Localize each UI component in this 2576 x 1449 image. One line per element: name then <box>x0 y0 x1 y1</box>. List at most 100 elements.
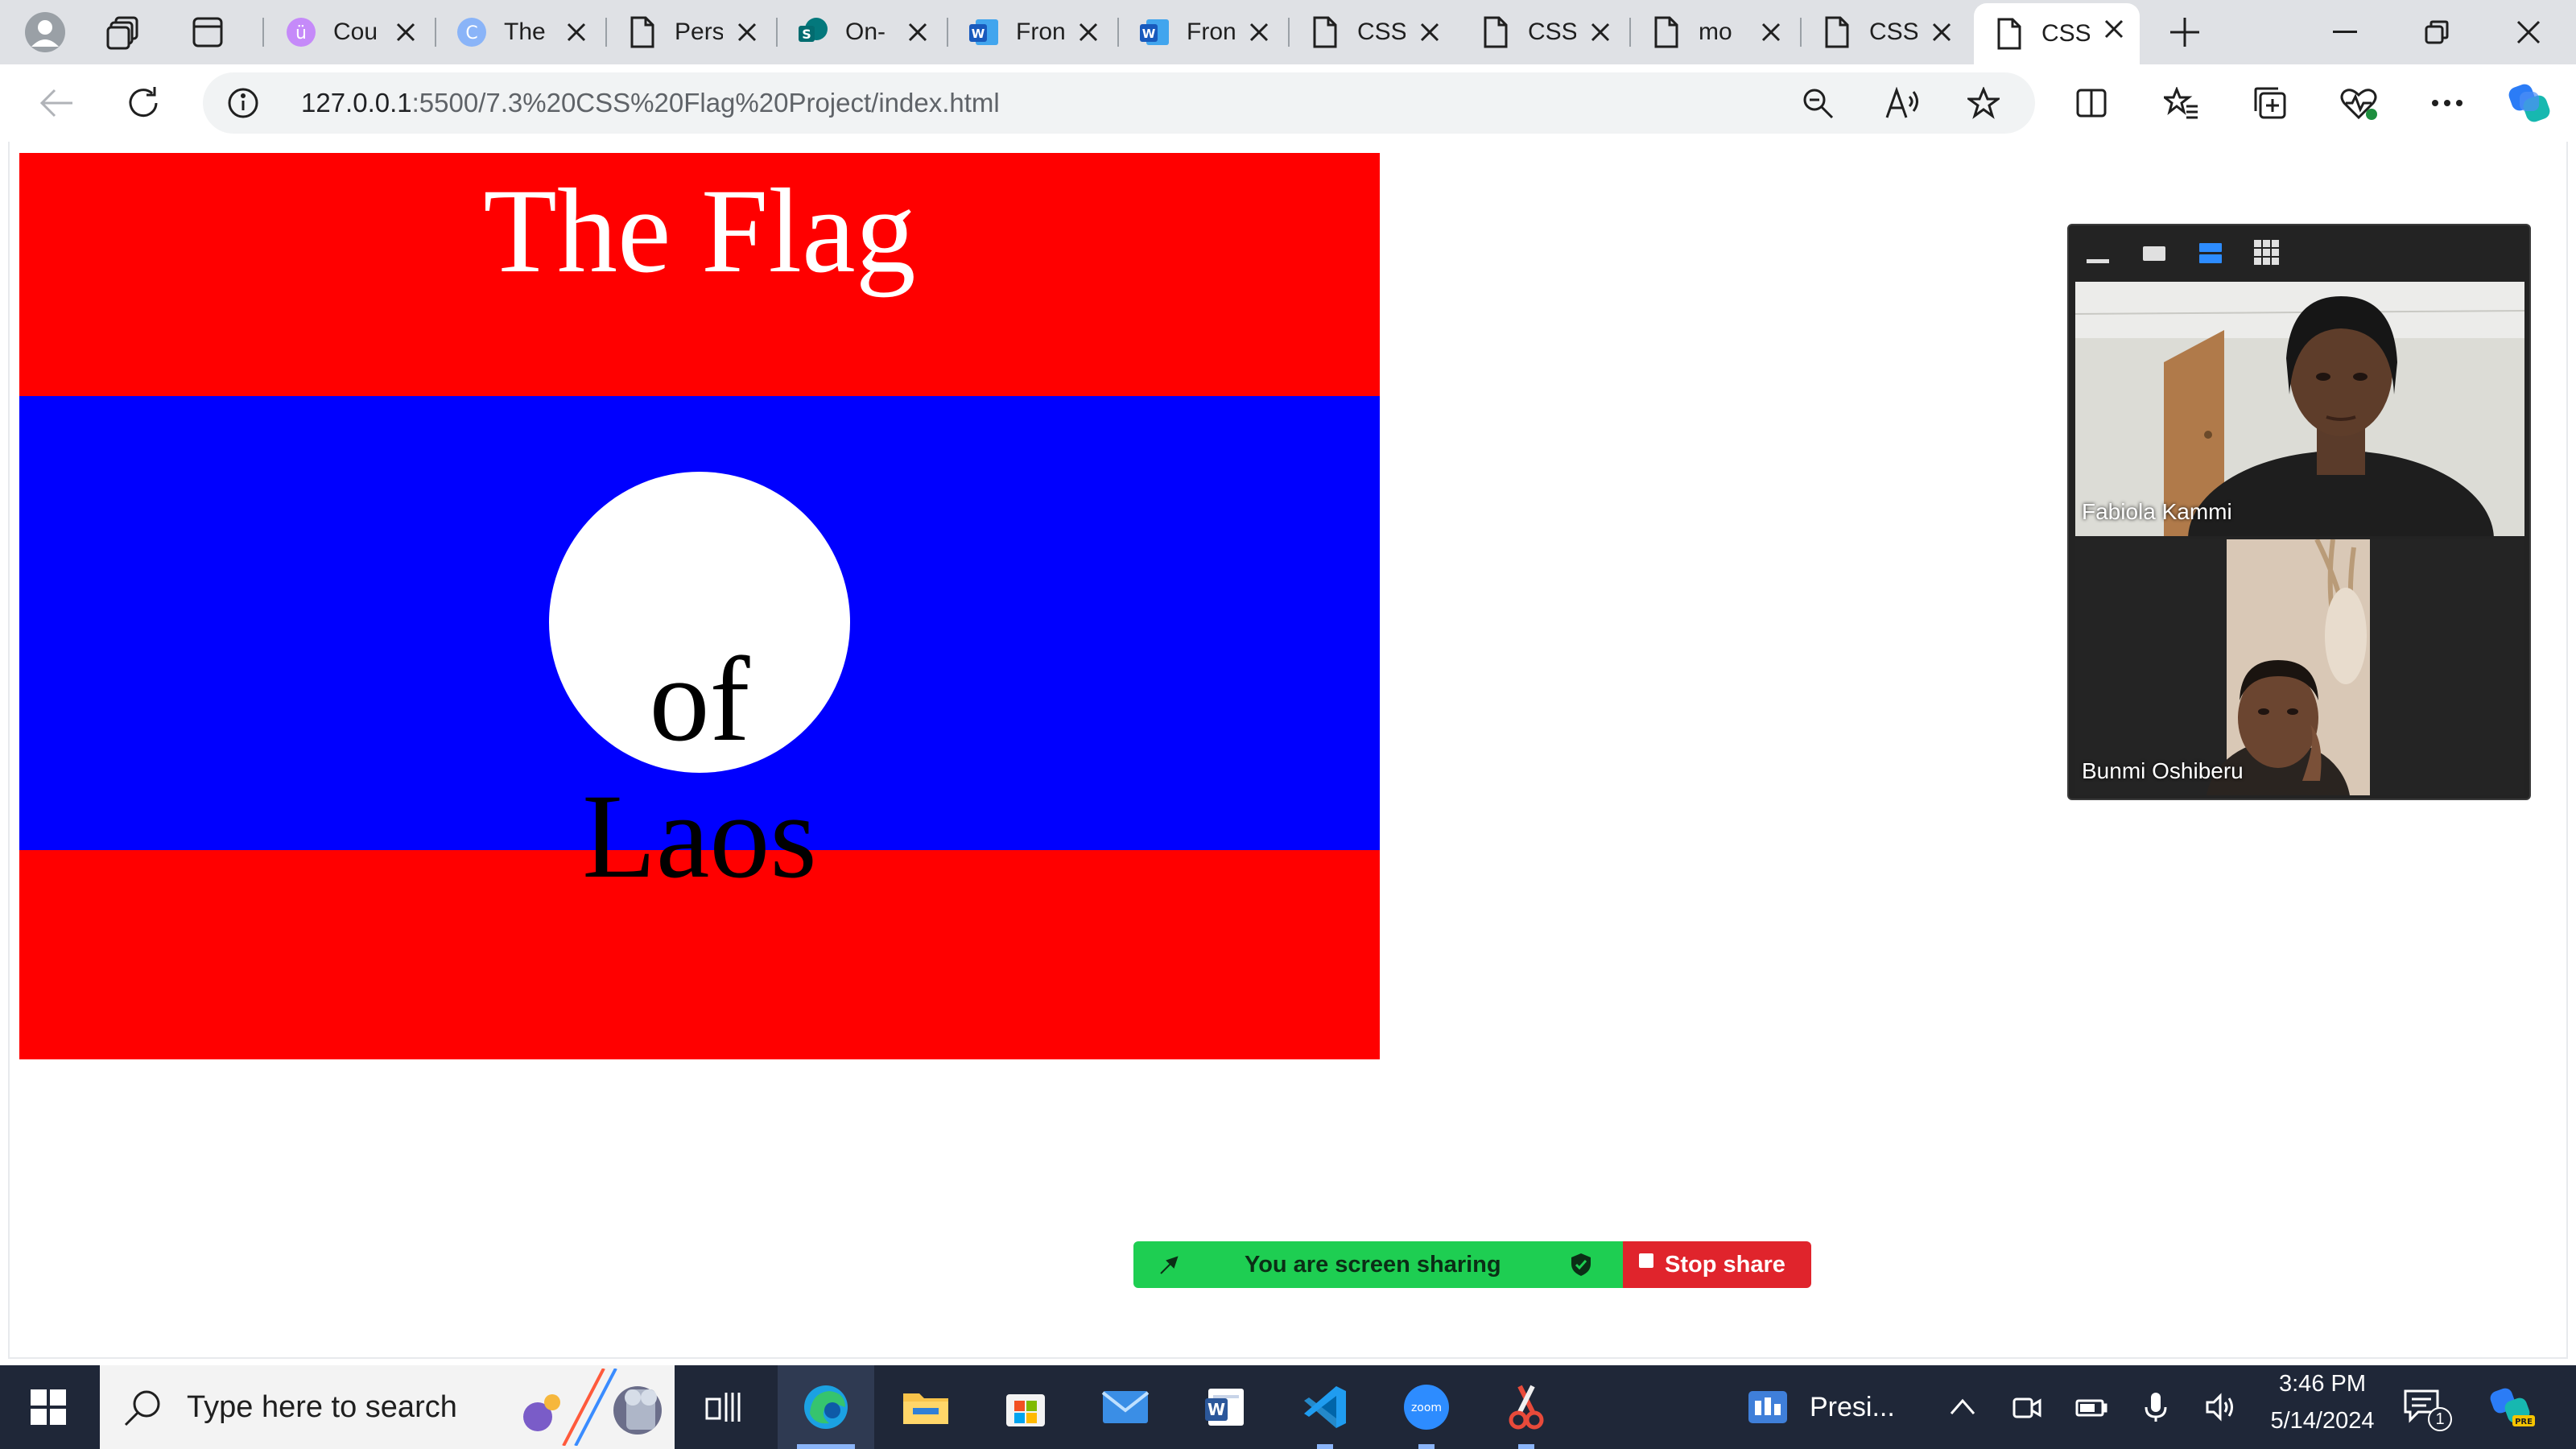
running-indicator <box>1418 1444 1435 1449</box>
stop-share-label: Stop share <box>1665 1252 1785 1278</box>
laos-flag: The Flag of Laos <box>19 153 1380 1059</box>
vertical-tabs-icon[interactable] <box>175 0 240 64</box>
stop-share-button[interactable]: Stop share <box>1623 1241 1811 1288</box>
profile-avatar-icon[interactable] <box>13 0 77 64</box>
close-icon[interactable] <box>1074 18 1103 47</box>
tab-2[interactable]: C The <box>436 6 602 58</box>
tab-1[interactable]: ü Cou <box>266 6 431 58</box>
copilot-icon[interactable] <box>2497 71 2562 135</box>
close-icon[interactable] <box>391 18 420 47</box>
tab-11-active[interactable]: CSS <box>1974 3 2140 64</box>
tab-title: CSS <box>2041 20 2090 47</box>
tab-3[interactable]: Pers <box>607 6 773 58</box>
back-arrow-icon[interactable] <box>24 71 89 135</box>
address-bar[interactable]: 127.0.0.1:5500/7.3%20CSS%20Flag%20Projec… <box>203 72 2035 134</box>
participant-video-1[interactable]: Fabiola Kammi <box>2075 282 2524 536</box>
edge-taskbar-icon[interactable] <box>778 1365 874 1449</box>
browser-toolbar: 127.0.0.1:5500/7.3%20CSS%20Flag%20Projec… <box>0 64 2576 142</box>
tab-title: CSS <box>1528 19 1576 45</box>
participant-name-2: Bunmi Oshiberu <box>2082 758 2244 783</box>
microphone-icon[interactable] <box>2140 1391 2172 1423</box>
screen-share-status[interactable]: You are screen sharing <box>1133 1241 1623 1288</box>
copilot-taskbar-icon[interactable]: PRE <box>2468 1365 2557 1449</box>
active-speaker-icon[interactable] <box>2138 237 2170 269</box>
word-taskbar-icon[interactable]: W <box>1177 1365 1274 1449</box>
zoom-taskbar-icon[interactable]: zoom <box>1378 1365 1475 1449</box>
tab-6[interactable]: W Fron <box>1119 6 1285 58</box>
mail-icon[interactable] <box>1077 1365 1174 1449</box>
running-indicator <box>1317 1444 1333 1449</box>
close-icon[interactable] <box>903 18 932 47</box>
stacked-view-icon[interactable] <box>2194 237 2227 269</box>
chevron-up-icon[interactable] <box>1946 1391 1979 1423</box>
tab-title: Cou <box>333 19 378 45</box>
tab-9[interactable]: mo <box>1631 6 1797 58</box>
tab-title: The <box>504 19 546 45</box>
close-icon[interactable] <box>562 18 591 47</box>
task-view-icon[interactable] <box>675 1365 771 1449</box>
favorite-star-icon[interactable] <box>1965 86 2002 119</box>
restore-icon[interactable] <box>2392 0 2481 64</box>
circle-text-line1: of <box>649 633 750 766</box>
svg-text:ü: ü <box>295 23 307 43</box>
workspaces-icon[interactable] <box>92 0 156 64</box>
presentation-app-icon[interactable] <box>1719 1365 1816 1449</box>
split-screen-icon[interactable] <box>2059 71 2124 135</box>
windows-start-icon[interactable] <box>0 1365 97 1449</box>
zoom-out-icon[interactable] <box>1802 87 1834 119</box>
presentation-app-label[interactable]: Presi... <box>1810 1365 1895 1449</box>
url-text[interactable]: 127.0.0.1:5500/7.3%20CSS%20Flag%20Projec… <box>301 72 1000 134</box>
close-window-icon[interactable] <box>2484 0 2573 64</box>
svg-text:S: S <box>802 27 811 42</box>
word-icon: W <box>1138 16 1170 48</box>
refresh-icon[interactable] <box>111 71 175 135</box>
participant-name-1: Fabiola Kammi <box>2082 499 2232 524</box>
taskbar-search-box[interactable]: Type here to search <box>100 1365 675 1449</box>
more-options-icon[interactable] <box>2415 71 2479 135</box>
meet-now-icon[interactable] <box>2011 1391 2043 1423</box>
screen-share-text: You are screen sharing <box>1245 1252 1501 1278</box>
close-icon[interactable] <box>1927 18 1956 47</box>
minimize-icon[interactable] <box>2301 0 2389 64</box>
snipping-tool-icon[interactable] <box>1478 1365 1575 1449</box>
svg-text:PRE: PRE <box>2515 1418 2533 1426</box>
active-indicator <box>797 1444 855 1449</box>
close-icon[interactable] <box>1757 18 1785 47</box>
zoom-video-panel[interactable]: Fabiola Kammi Bunmi Oshiberu <box>2067 224 2531 800</box>
browser-essentials-icon[interactable] <box>2326 71 2391 135</box>
sharepoint-icon: S <box>797 16 829 48</box>
page-icon <box>1821 16 1853 48</box>
flag-heading: The Flag <box>483 164 916 298</box>
read-aloud-icon[interactable] <box>1885 86 1918 119</box>
tab-8[interactable]: CSS <box>1460 6 1626 58</box>
tab-4[interactable]: S On- <box>778 6 943 58</box>
participant-video-2[interactable]: Bunmi Oshiberu <box>2075 539 2524 795</box>
new-tab-plus-icon[interactable] <box>2153 0 2217 64</box>
hide-video-icon[interactable] <box>2082 237 2114 269</box>
favorites-icon[interactable] <box>2149 71 2214 135</box>
collections-icon[interactable] <box>2238 71 2302 135</box>
running-indicator <box>1518 1444 1534 1449</box>
close-icon[interactable] <box>1245 18 1274 47</box>
tab-7[interactable]: CSS <box>1290 6 1455 58</box>
system-clock[interactable]: 3:46 PM 5/14/2024 <box>2246 1365 2399 1449</box>
close-icon[interactable] <box>1586 18 1615 47</box>
close-icon[interactable] <box>733 18 762 47</box>
volume-icon[interactable] <box>2204 1391 2236 1423</box>
vscode-icon[interactable] <box>1277 1365 1373 1449</box>
clock-date: 5/14/2024 <box>2270 1408 2375 1434</box>
notifications-icon[interactable]: 1 <box>2383 1365 2463 1449</box>
info-icon[interactable] <box>227 87 259 119</box>
page-icon <box>626 16 658 48</box>
page-icon <box>1650 16 1682 48</box>
gallery-view-icon[interactable] <box>2251 237 2283 269</box>
tab-10[interactable]: CSS <box>1802 6 1967 58</box>
close-icon[interactable] <box>2099 14 2128 43</box>
close-icon[interactable] <box>1415 18 1444 47</box>
circle-text-line2: Laos <box>582 770 817 903</box>
file-explorer-icon[interactable] <box>877 1365 974 1449</box>
microsoft-store-icon[interactable] <box>977 1365 1074 1449</box>
battery-icon[interactable] <box>2075 1391 2107 1423</box>
tab-5[interactable]: W Fron <box>948 6 1114 58</box>
word-icon: W <box>968 16 1000 48</box>
